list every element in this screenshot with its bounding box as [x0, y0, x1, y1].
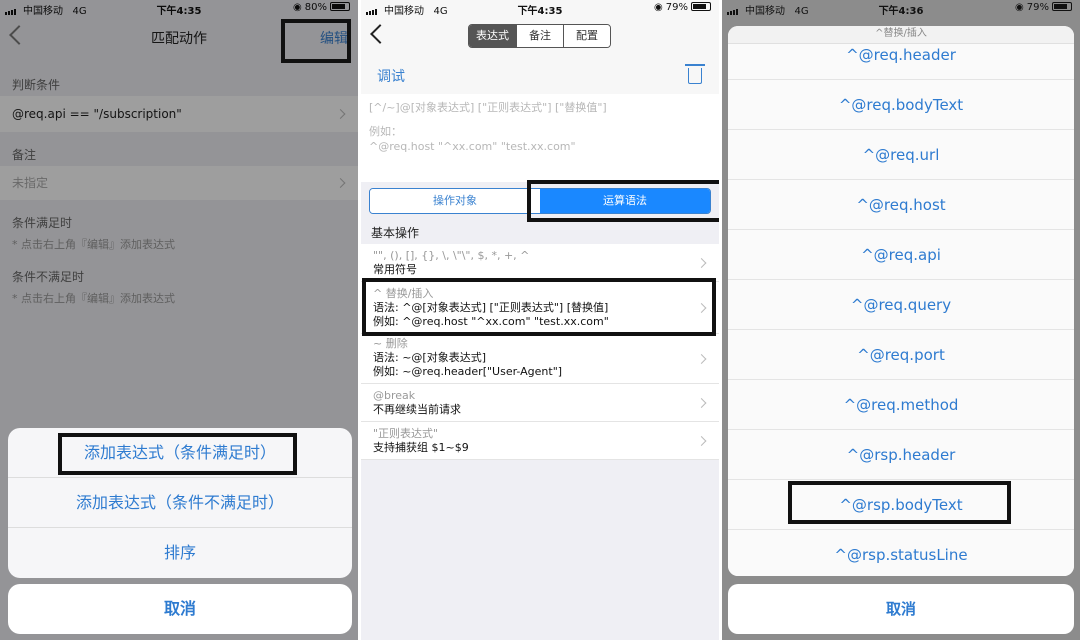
match-action-screen: 中国移动 4G 下午4:35 ◉ 80% 匹配动作 编辑 判断条件 @req.ap… — [0, 0, 358, 640]
operation-name: 常用符号 — [373, 263, 417, 276]
operation-row[interactable]: @break 不再继续当前请求 — [361, 384, 719, 422]
option-req-method[interactable]: ^@req.method — [728, 380, 1074, 430]
sheet-title: ^替换/插入 — [728, 26, 1074, 44]
cancel-button[interactable]: 取消 — [728, 584, 1074, 634]
section-title: 基本操作 — [371, 226, 420, 240]
option-req-query[interactable]: ^@req.query — [728, 280, 1074, 330]
placeholder-line: ^@req.host "^xx.com" "test.xx.com" — [369, 140, 576, 153]
add-expression-not-met-button[interactable]: 添加表达式（条件不满足时） — [8, 478, 352, 528]
option-req-bodytext[interactable]: ^@req.bodyText — [728, 80, 1074, 130]
operation-symbol: ~ 删除 — [373, 337, 408, 350]
option-req-url[interactable]: ^@req.url — [728, 130, 1074, 180]
operation-example: 例如: ~@req.header["User-Agent"] — [373, 365, 563, 378]
operation-name: 不再继续当前请求 — [373, 403, 461, 416]
status-bar: 中国移动 4G 下午4:35 ◉ 79% — [361, 0, 719, 18]
operation-symbol: "正则表达式" — [373, 427, 439, 440]
highlight-box — [281, 19, 351, 63]
highlight-box — [527, 180, 719, 222]
battery-status: ◉ 79% — [1015, 2, 1072, 13]
cancel-button[interactable]: 取消 — [8, 584, 352, 634]
operation-syntax: 语法: ~@[对象表达式] — [373, 351, 487, 364]
option-rsp-header[interactable]: ^@rsp.header — [728, 430, 1074, 480]
operation-row[interactable]: "", (), [], {}, \, \"\", $, *, +, ^ 常用符号 — [361, 244, 719, 282]
operation-name: 支持捕获组 $1~$9 — [373, 441, 469, 454]
option-rsp-statusline[interactable]: ^@rsp.statusLine — [728, 530, 1074, 576]
tab-operand[interactable]: 操作对象 — [370, 189, 540, 213]
option-req-port[interactable]: ^@req.port — [728, 330, 1074, 380]
highlight-box — [788, 481, 1011, 524]
placeholder-line: [^/~]@[对象表达式] ["正则表达式"] ["替换值"] — [369, 101, 607, 114]
operation-symbol: @break — [373, 389, 416, 402]
highlight-box — [58, 433, 297, 475]
tab-config[interactable]: 配置 — [563, 25, 610, 47]
top-tabs: 表达式 备注 配置 — [468, 24, 611, 48]
option-req-api[interactable]: ^@req.api — [728, 230, 1074, 280]
battery-status: ◉ 79% — [654, 2, 711, 13]
tab-note[interactable]: 备注 — [516, 25, 563, 47]
placeholder-line: 例如： — [369, 125, 402, 138]
expression-editor-screen: 中国移动 4G 下午4:35 ◉ 79% 表达式 备注 配置 调试 [^/~]@[… — [361, 0, 719, 640]
option-req-host[interactable]: ^@req.host — [728, 180, 1074, 230]
operation-symbol: "", (), [], {}, \, \"\", $, *, +, ^ — [373, 249, 530, 262]
tab-expression[interactable]: 表达式 — [469, 25, 516, 47]
operation-row[interactable]: ~ 删除 语法: ~@[对象表达式] 例如: ~@req.header["Use… — [361, 334, 719, 384]
status-bar: 中国移动 4G 下午4:36 ◉ 79% — [722, 0, 1080, 18]
battery-icon — [1052, 2, 1072, 11]
trash-icon[interactable] — [685, 64, 705, 84]
highlight-box — [362, 278, 716, 336]
sort-button[interactable]: 排序 — [8, 528, 352, 578]
nav-bar: 表达式 备注 配置 — [361, 18, 719, 56]
operation-row[interactable]: "正则表达式" 支持捕获组 $1~$9 — [361, 422, 719, 460]
battery-icon — [691, 2, 711, 11]
expression-input[interactable]: [^/~]@[对象表达式] ["正则表达式"] ["替换值"] 例如： ^@re… — [361, 94, 719, 182]
debug-button[interactable]: 调试 — [377, 66, 405, 86]
back-chevron-icon[interactable] — [370, 24, 390, 44]
debug-row: 调试 — [361, 56, 719, 94]
replace-insert-picker-screen: 中国移动 4G 下午4:36 ◉ 79% ^@req.header ^@req.b… — [722, 0, 1080, 640]
